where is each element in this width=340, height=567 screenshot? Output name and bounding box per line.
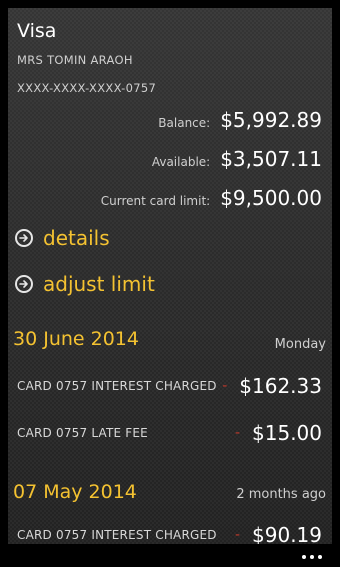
- balance-value: $5,992.89: [220, 108, 322, 132]
- transaction-amount: $15.00: [252, 421, 322, 445]
- available-row: Available: $3,507.11: [152, 147, 322, 171]
- transaction-description: CARD 0757 LATE FEE: [17, 426, 148, 440]
- card-limit-label: Current card limit:: [100, 194, 211, 208]
- details-label: details: [43, 226, 110, 250]
- ellipsis-icon[interactable]: [302, 555, 322, 559]
- date-relative: 2 months ago: [236, 487, 326, 502]
- card-panel: Visa MRS TOMIN ARAOH XXXX-XXXX-XXXX-0757…: [8, 8, 332, 544]
- dot: [302, 555, 306, 559]
- dot: [310, 555, 314, 559]
- transaction-description: CARD 0757 INTEREST CHARGED: [17, 528, 217, 542]
- card-number: XXXX-XXXX-XXXX-0757: [17, 81, 157, 95]
- transaction-amount: $162.33: [239, 374, 322, 398]
- card-limit-row: Current card limit: $9,500.00: [101, 186, 322, 210]
- negative-sign: -: [234, 527, 241, 543]
- dot: [318, 555, 322, 559]
- card-holder-name: MRS TOMIN ARAOH: [17, 53, 133, 67]
- negative-sign: -: [234, 425, 241, 441]
- adjust-limit-label: adjust limit: [43, 272, 155, 296]
- transaction-row[interactable]: CARD 0757 INTEREST CHARGED - $162.33: [17, 374, 322, 398]
- negative-sign: -: [222, 378, 228, 394]
- available-label: Available:: [151, 155, 211, 169]
- balance-label: Balance:: [158, 116, 211, 130]
- date-relative: Monday: [274, 337, 326, 352]
- transaction-amount: $90.19: [252, 523, 322, 544]
- balance-row: Balance: $5,992.89: [158, 108, 322, 132]
- arrow-right-circle-icon: [15, 275, 33, 293]
- arrow-right-circle-icon: [15, 229, 33, 247]
- transaction-description: CARD 0757 INTEREST CHARGED: [17, 379, 217, 393]
- date-header: 07 May 2014: [13, 481, 137, 503]
- adjust-limit-button[interactable]: adjust limit: [15, 272, 155, 296]
- card-limit-value: $9,500.00: [220, 186, 322, 210]
- details-button[interactable]: details: [15, 226, 110, 250]
- available-value: $3,507.11: [220, 147, 322, 171]
- card-title: Visa: [17, 20, 57, 42]
- transaction-row[interactable]: CARD 0757 LATE FEE - $15.00: [17, 421, 322, 445]
- transaction-row[interactable]: CARD 0757 INTEREST CHARGED - $90.19: [17, 523, 322, 544]
- date-header: 30 June 2014: [13, 328, 139, 350]
